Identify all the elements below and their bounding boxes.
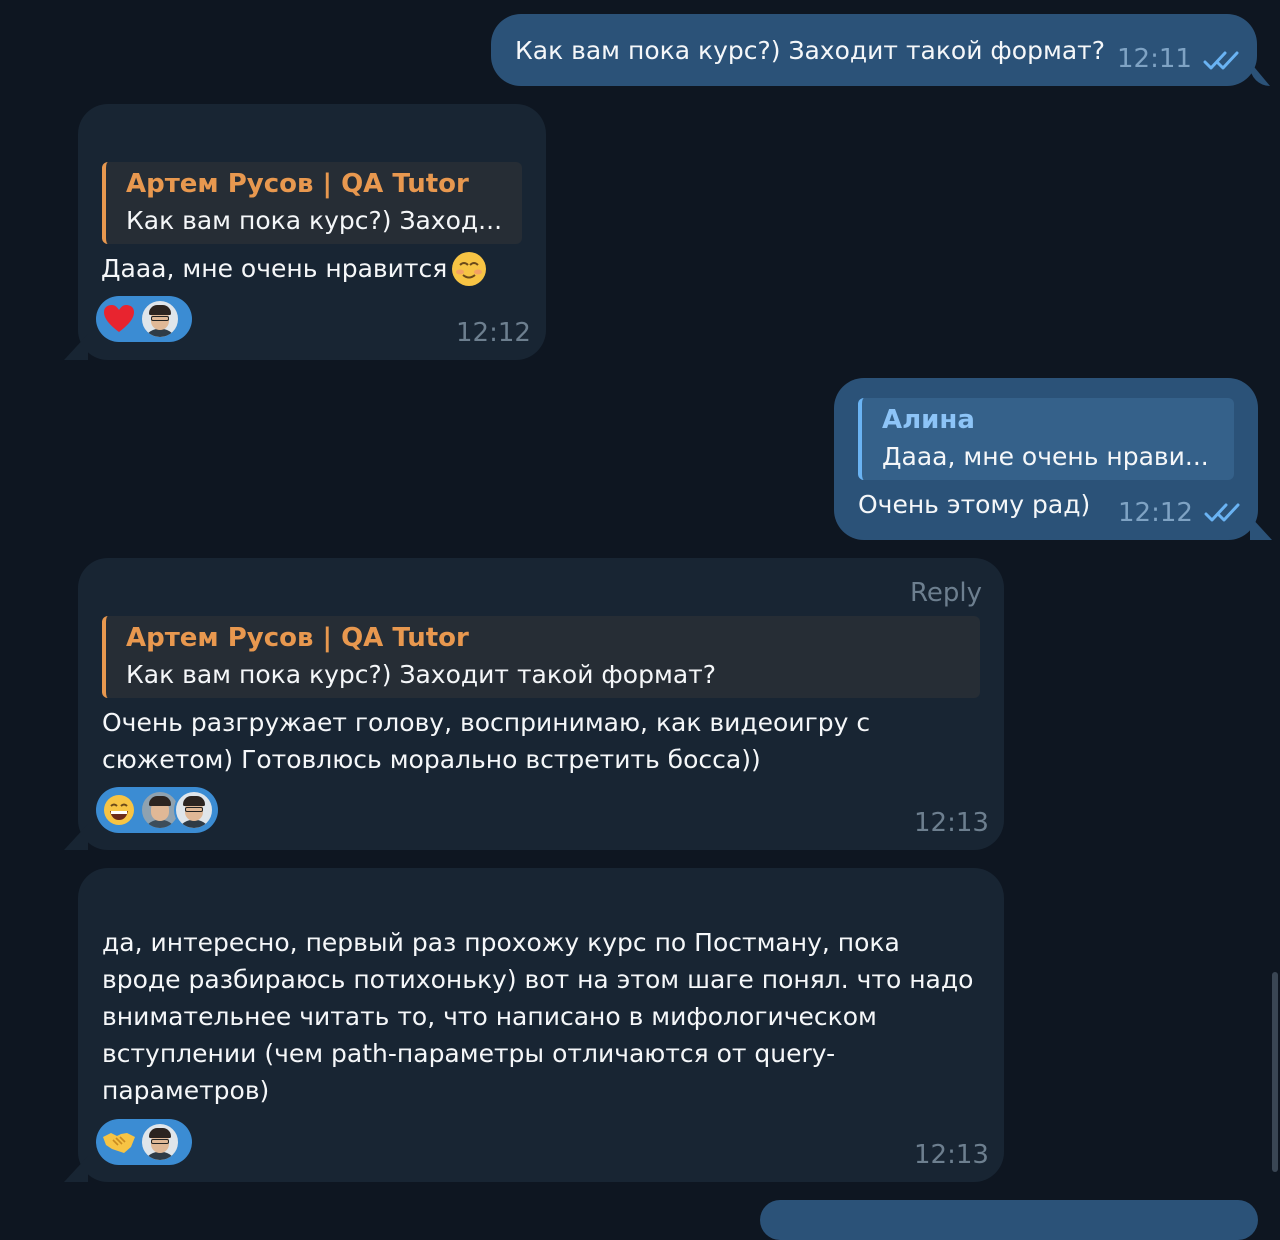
message-line: параметров): [102, 1076, 270, 1105]
reply-snippet: Как вам пока курс?) Заход...: [126, 206, 503, 235]
message-text: Дааа, мне очень нравится: [101, 254, 448, 283]
double-check-icon: [1203, 51, 1239, 70]
message-line: Очень разгружает голову, воспринимаю, ка…: [102, 708, 871, 737]
incoming-message-2[interactable]: Артем Русов | QA Tutor Как вам пока курс…: [78, 104, 546, 360]
double-check-icon: [1204, 503, 1240, 522]
message-time: 12:11: [1117, 44, 1192, 74]
smiling-face-icon: [452, 251, 487, 286]
message-line: вступлении (чем path-параметры отличаютс…: [102, 1039, 836, 1068]
heart-icon: [102, 302, 136, 336]
reaction-grinning[interactable]: [96, 787, 218, 833]
reply-author: Алина: [882, 405, 975, 435]
reply-snippet: Дааа, мне очень нрави...: [882, 442, 1209, 471]
bubble-tail: [64, 824, 88, 850]
reaction-heart[interactable]: [96, 296, 192, 342]
scrollbar[interactable]: [1272, 972, 1278, 1172]
reply-author: Артем Русов | QA Tutor: [126, 169, 469, 199]
avatar: [140, 1122, 180, 1162]
reply-author: Артем Русов | QA Tutor: [126, 623, 469, 653]
message-line: вроде разбираюсь потихоньку) вот на этом…: [102, 965, 974, 994]
reply-button[interactable]: Reply: [910, 578, 982, 608]
incoming-message-5[interactable]: да, интересно, первый раз прохожу курс п…: [78, 868, 1004, 1182]
reaction-handshake[interactable]: [96, 1119, 192, 1165]
message-time: 12:13: [914, 1140, 989, 1170]
outgoing-message-partial[interactable]: [760, 1200, 1258, 1240]
avatar: [140, 299, 180, 339]
handshake-icon: [102, 1125, 136, 1159]
reply-quote[interactable]: Алина Дааа, мне очень нрави...: [858, 398, 1234, 480]
avatar: [174, 790, 214, 830]
message-text-row: Дааа, мне очень нравится: [101, 250, 487, 287]
outgoing-message-3[interactable]: Алина Дааа, мне очень нрави... Очень это…: [834, 378, 1258, 540]
message-text: Очень этому рад): [858, 490, 1091, 519]
incoming-message-4[interactable]: Reply Артем Русов | QA Tutor Как вам пок…: [78, 558, 1004, 850]
message-text: да, интересно, первый раз прохожу курс п…: [102, 924, 973, 1109]
reply-quote[interactable]: Артем Русов | QA Tutor Как вам пока курс…: [102, 162, 522, 244]
message-text: Очень разгружает голову, воспринимаю, ка…: [102, 704, 870, 778]
message-line: внимательнее читать то, что написано в м…: [102, 1002, 877, 1031]
grinning-face-icon: [102, 793, 136, 827]
message-line: да, интересно, первый раз прохожу курс п…: [102, 928, 900, 957]
reply-snippet: Как вам пока курс?) Заходит такой формат…: [126, 660, 716, 689]
reply-quote[interactable]: Артем Русов | QA Tutor Как вам пока курс…: [102, 616, 980, 698]
message-time: 12:13: [914, 808, 989, 838]
message-text: Как вам пока курс?) Заходит такой формат…: [515, 36, 1105, 65]
outgoing-message-1[interactable]: Как вам пока курс?) Заходит такой формат…: [491, 14, 1257, 86]
message-line: сюжетом) Готовлюсь морально встретить бо…: [102, 745, 761, 774]
message-time: 12:12: [456, 318, 531, 348]
bubble-tail: [64, 1156, 88, 1182]
message-time: 12:12: [1118, 498, 1193, 528]
